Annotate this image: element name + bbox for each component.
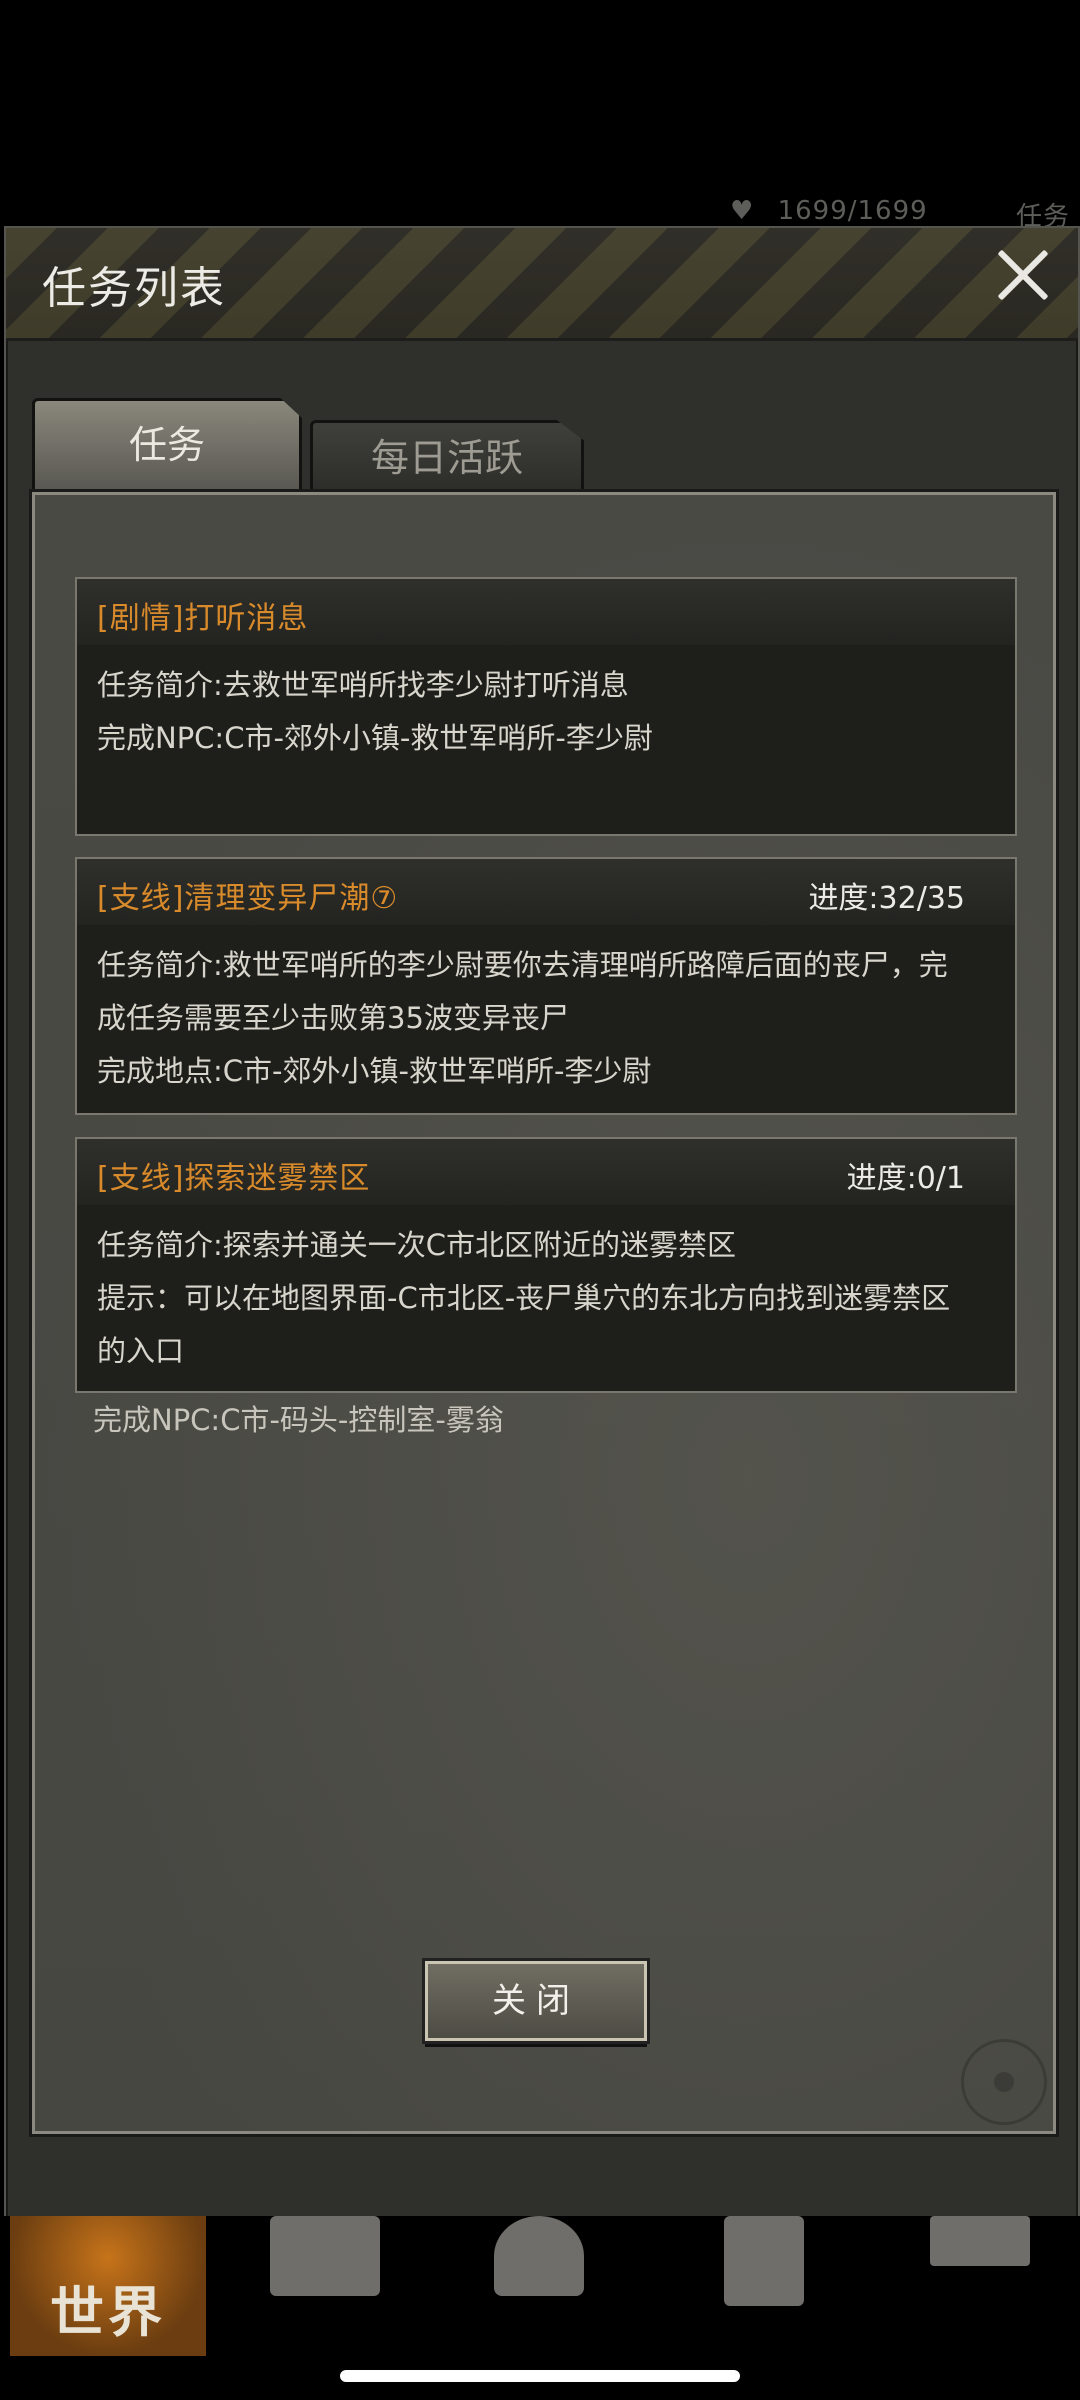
quest-list-panel: [剧情]打听消息 任务简介:去救世军哨所找李少尉打听消息 完成NPC:C市-郊外…	[32, 492, 1056, 2134]
quest-line: 的入口	[97, 1334, 185, 1368]
nav-world-button[interactable]: 世界	[10, 2216, 206, 2356]
quest-title: [剧情]打听消息	[97, 601, 309, 636]
quest-line: 完成地点:C市-郊外小镇-救世军哨所-李少尉	[97, 1054, 652, 1088]
bottom-nav: 世界	[0, 2216, 1080, 2356]
quest-body: 任务简介:去救世军哨所找李少尉打听消息 完成NPC:C市-郊外小镇-救世军哨所-…	[77, 645, 1015, 779]
quest-card[interactable]: [支线]清理变异尸潮⑦ 进度:32/35 任务简介:救世军哨所的李少尉要你去清理…	[75, 857, 1017, 1115]
quest-title: [支线]清理变异尸潮⑦	[97, 881, 399, 916]
hp-text: 1699/1699	[777, 196, 928, 226]
quest-line: 任务简介:去救世军哨所找李少尉打听消息	[97, 668, 629, 702]
quest-body: 任务简介:救世军哨所的李少尉要你去清理哨所路障后面的丧尸，完 成任务需要至少击败…	[77, 925, 1015, 1112]
character-icon[interactable]	[494, 2216, 584, 2296]
quest-line: 任务简介:救世军哨所的李少尉要你去清理哨所路障后面的丧尸，完	[97, 948, 948, 982]
quest-card[interactable]: [支线]探索迷雾禁区 进度:0/1 任务简介:探索并通关一次C市北区附近的迷雾禁…	[75, 1137, 1017, 1393]
shop-cart-icon[interactable]	[930, 2216, 1030, 2266]
tab-daily-activity[interactable]: 每日活跃	[310, 420, 584, 493]
radiation-icon	[961, 2039, 1047, 2125]
quest-overflow-line: 完成NPC:C市-码头-控制室-雾翁	[93, 1403, 504, 1437]
quest-header: [支线]探索迷雾禁区 进度:0/1	[77, 1139, 1015, 1205]
quest-header: [支线]清理变异尸潮⑦ 进度:32/35	[77, 859, 1015, 925]
nav-world-label: 世界	[50, 2281, 166, 2344]
quest-line: 提示：可以在地图界面-C市北区-丧尸巢穴的东北方向找到迷雾禁区	[97, 1281, 951, 1315]
quest-progress: 进度:0/1	[846, 1161, 965, 1196]
close-button[interactable]: 关闭	[425, 1961, 647, 2041]
quest-line: 任务简介:探索并通关一次C市北区附近的迷雾禁区	[97, 1228, 737, 1262]
close-icon[interactable]	[994, 246, 1052, 304]
quest-line: 成任务需要至少击败第35波变异丧尸	[97, 1001, 569, 1035]
quest-card[interactable]: [剧情]打听消息 任务简介:去救世军哨所找李少尉打听消息 完成NPC:C市-郊外…	[75, 577, 1017, 836]
quest-progress: 进度:32/35	[808, 881, 965, 916]
quest-title: [支线]探索迷雾禁区	[97, 1161, 371, 1196]
quest-list-modal: 任务列表 任务 每日活跃 [剧情]打听消息 任务简介:去救世军哨所找李少尉打听消…	[4, 226, 1080, 2220]
tab-tasks[interactable]: 任务	[32, 398, 302, 489]
quest-header: [剧情]打听消息	[77, 579, 1015, 645]
modal-title: 任务列表	[42, 263, 226, 314]
modal-header: 任务列表	[6, 228, 1078, 341]
quest-body: 任务简介:探索并通关一次C市北区附近的迷雾禁区 提示：可以在地图界面-C市北区-…	[77, 1205, 1015, 1392]
home-indicator[interactable]	[340, 2370, 740, 2382]
phone-icon[interactable]	[724, 2216, 804, 2306]
backpack-icon[interactable]	[270, 2216, 380, 2296]
heart-icon: ♥	[730, 196, 755, 226]
quest-line: 完成NPC:C市-郊外小镇-救世军哨所-李少尉	[97, 721, 653, 755]
